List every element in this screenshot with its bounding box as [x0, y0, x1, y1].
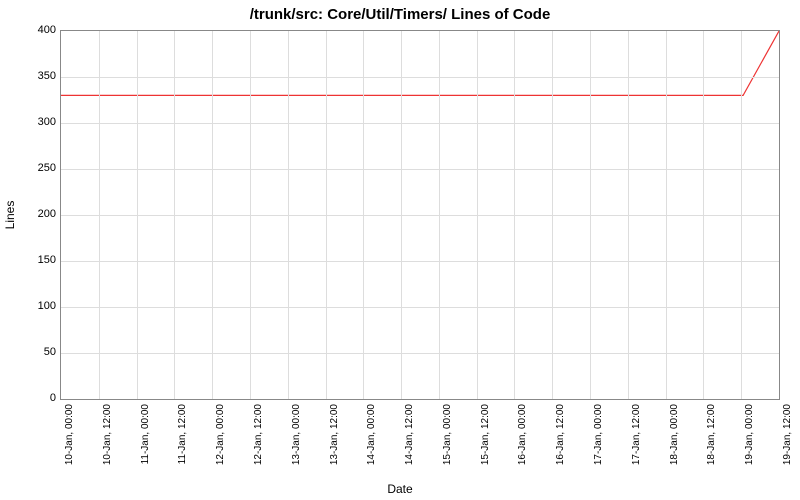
x-tick-label: 19-Jan, 12:00 [782, 404, 793, 465]
x-tick-label: 17-Jan, 00:00 [593, 404, 604, 465]
x-tick-label: 18-Jan, 12:00 [706, 404, 717, 465]
x-grid-line [477, 31, 478, 399]
x-tick-label: 11-Jan, 00:00 [140, 404, 151, 464]
y-grid-line [61, 215, 779, 216]
x-grid-line [401, 31, 402, 399]
x-grid-line [590, 31, 591, 399]
y-tick-label: 150 [6, 254, 56, 266]
x-tick-label: 18-Jan, 00:00 [669, 404, 680, 465]
y-tick-label: 100 [6, 300, 56, 312]
x-tick-label: 10-Jan, 12:00 [102, 404, 113, 465]
x-grid-line [666, 31, 667, 399]
x-tick-label: 17-Jan, 12:00 [631, 404, 642, 465]
x-grid-line [288, 31, 289, 399]
chart-container: /trunk/src: Core/Util/Timers/ Lines of C… [0, 0, 800, 500]
y-tick-label: 0 [6, 392, 56, 404]
y-grid-line [61, 261, 779, 262]
x-grid-line [552, 31, 553, 399]
y-tick-label: 400 [6, 24, 56, 36]
x-tick-label: 13-Jan, 12:00 [329, 404, 340, 465]
y-grid-line [61, 353, 779, 354]
x-grid-line [326, 31, 327, 399]
x-tick-label: 14-Jan, 00:00 [366, 404, 377, 465]
y-grid-line [61, 77, 779, 78]
y-tick-label: 300 [6, 116, 56, 128]
y-grid-line [61, 307, 779, 308]
x-tick-label: 16-Jan, 00:00 [517, 404, 528, 465]
x-grid-line [174, 31, 175, 399]
x-tick-label: 16-Jan, 12:00 [555, 404, 566, 465]
x-grid-line [703, 31, 704, 399]
x-grid-line [137, 31, 138, 399]
y-tick-label: 250 [6, 162, 56, 174]
y-tick-label: 200 [6, 208, 56, 220]
x-tick-label: 10-Jan, 00:00 [64, 404, 75, 465]
x-tick-label: 12-Jan, 00:00 [215, 404, 226, 465]
chart-title: /trunk/src: Core/Util/Timers/ Lines of C… [0, 6, 800, 23]
plot-area [60, 30, 780, 400]
x-tick-label: 19-Jan, 00:00 [744, 404, 755, 465]
x-grid-line [439, 31, 440, 399]
x-grid-line [212, 31, 213, 399]
x-grid-line [741, 31, 742, 399]
x-tick-label: 11-Jan, 12:00 [177, 404, 188, 464]
x-tick-label: 13-Jan, 00:00 [291, 404, 302, 465]
x-tick-label: 15-Jan, 12:00 [480, 404, 491, 465]
y-tick-label: 50 [6, 346, 56, 358]
x-grid-line [628, 31, 629, 399]
x-grid-line [250, 31, 251, 399]
x-grid-line [363, 31, 364, 399]
y-tick-label: 350 [6, 70, 56, 82]
x-tick-label: 15-Jan, 00:00 [442, 404, 453, 465]
x-tick-label: 12-Jan, 12:00 [253, 404, 264, 465]
y-grid-line [61, 169, 779, 170]
x-axis-label: Date [0, 482, 800, 496]
x-tick-label: 14-Jan, 12:00 [404, 404, 415, 465]
x-grid-line [514, 31, 515, 399]
y-grid-line [61, 123, 779, 124]
x-grid-line [99, 31, 100, 399]
